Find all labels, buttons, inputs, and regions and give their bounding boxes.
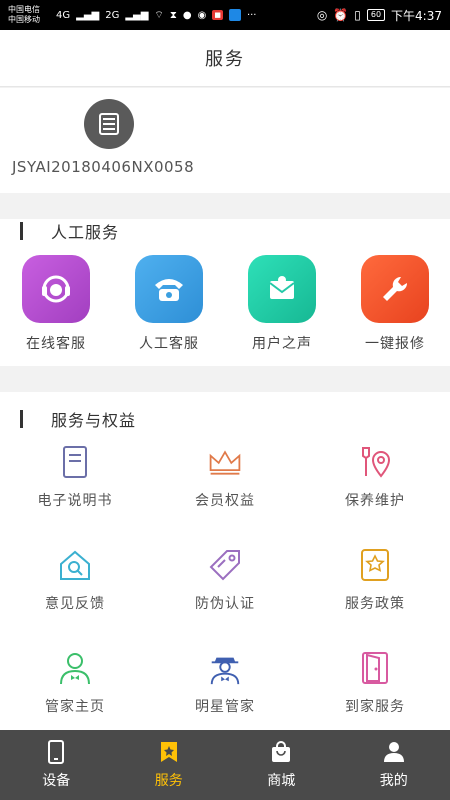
alarm-icon: ⏰ — [333, 8, 349, 22]
battery-level: 60 — [366, 9, 386, 21]
online-service-button[interactable]: 在线客服 — [11, 255, 101, 353]
nav-service[interactable]: 服务 — [113, 730, 226, 800]
benefits-section: 服务与权益 电子说明书 会员权益 保养维护 意见反馈 防伪认证 服务政策 管家主… — [0, 392, 450, 730]
shopping-bag-icon — [269, 740, 293, 764]
device-icon[interactable] — [84, 99, 134, 149]
tag-icon — [207, 547, 243, 583]
home-service-button[interactable]: 到家服务 — [300, 650, 450, 716]
app-icon: ● — [182, 9, 192, 21]
headset-icon — [22, 255, 90, 323]
star-butler-button[interactable]: 明星管家 — [150, 650, 300, 716]
crown-icon — [207, 444, 243, 480]
anti-fake-button[interactable]: 防伪认证 — [150, 547, 300, 613]
wifi-icon: ⌔ — [154, 9, 164, 21]
section-title: 服务与权益 — [20, 406, 136, 432]
wrench-icon — [361, 255, 429, 323]
status-bar: 中国电信 中国移动 4G ▂▄▆ 2G ▂▄▆ ⌔ ⧗ ● ◉ ■ ··· ◎ … — [0, 0, 450, 30]
door-icon — [357, 650, 393, 686]
anti-fake-label: 防伪认证 — [195, 596, 255, 612]
signal-icon: ▂▄▆ — [76, 9, 100, 21]
app-blue-icon — [228, 9, 241, 21]
butler-icon — [57, 650, 93, 686]
manual-book-button[interactable]: 电子说明书 — [0, 444, 150, 510]
phone-icon — [135, 255, 203, 323]
policy-icon — [357, 547, 393, 583]
page-header: 服务 — [0, 30, 450, 87]
mail-icon — [248, 255, 316, 323]
manual-service-section: 人工服务 在线客服 人工客服 用户之声 一键报修 — [0, 219, 450, 366]
home-service-label: 到家服务 — [345, 699, 405, 715]
member-benefits-button[interactable]: 会员权益 — [150, 444, 300, 510]
feedback-button[interactable]: 意见反馈 — [0, 547, 150, 613]
more-indicator: ··· — [246, 9, 257, 21]
nav-service-label: 服务 — [154, 773, 183, 789]
nav-mall[interactable]: 商城 — [225, 730, 338, 800]
status-icons: 4G ▂▄▆ 2G ▂▄▆ ⌔ ⧗ ● ◉ ■ ··· — [56, 9, 256, 22]
signal-icon-2: ▂▄▆ — [125, 9, 149, 21]
nav-device[interactable]: 设备 — [0, 730, 113, 800]
book-icon — [57, 444, 93, 480]
device-card[interactable]: JSYAI20180406NX0058 — [0, 88, 450, 193]
section-title: 人工服务 — [20, 218, 119, 244]
page-title: 服务 — [205, 49, 245, 70]
network-2-label: 2G — [105, 9, 120, 21]
star-butler-label: 明星管家 — [195, 699, 255, 715]
wechat-icon: ◉ — [197, 9, 207, 21]
star-butler-icon — [207, 650, 243, 686]
status-right: ◎ ⏰ ▯ 60 下午4:37 — [317, 7, 442, 24]
service-policy-label: 服务政策 — [345, 596, 405, 612]
manual-service-label: 人工客服 — [139, 336, 199, 352]
carriers: 中国电信 中国移动 — [8, 5, 52, 25]
manual-book-label: 电子说明书 — [37, 493, 113, 509]
feedback-label: 意见反馈 — [45, 596, 105, 612]
phone-device-icon — [44, 740, 68, 764]
hourglass-icon: ⧗ — [169, 9, 177, 21]
app-badge-icon: ■ — [212, 10, 223, 20]
nav-mall-label: 商城 — [267, 773, 296, 789]
user-voice-button[interactable]: 用户之声 — [237, 255, 327, 353]
butler-home-button[interactable]: 管家主页 — [0, 650, 150, 716]
bottom-nav: 设备 服务 商城 我的 — [0, 730, 450, 800]
maintenance-icon — [357, 444, 393, 480]
nav-mine[interactable]: 我的 — [338, 730, 450, 800]
service-policy-button[interactable]: 服务政策 — [300, 547, 450, 613]
carrier-2: 中国移动 — [8, 15, 40, 24]
vibrate-icon: ▯ — [354, 8, 361, 22]
user-voice-label: 用户之声 — [252, 336, 312, 352]
nav-mine-label: 我的 — [379, 773, 408, 789]
carrier-1: 中国电信 — [8, 5, 40, 14]
clock: 下午4:37 — [391, 8, 442, 23]
maintenance-label: 保养维护 — [345, 493, 405, 509]
manual-service-button[interactable]: 人工客服 — [124, 255, 214, 353]
network-1-label: 4G — [56, 9, 71, 21]
device-id: JSYAI20180406NX0058 — [12, 158, 195, 176]
feedback-icon — [57, 547, 93, 583]
repair-label: 一键报修 — [365, 336, 425, 352]
bookmark-icon — [157, 740, 181, 764]
butler-home-label: 管家主页 — [45, 699, 105, 715]
user-icon — [382, 740, 406, 764]
maintenance-button[interactable]: 保养维护 — [300, 444, 450, 510]
member-benefits-label: 会员权益 — [195, 493, 255, 509]
repair-button[interactable]: 一键报修 — [350, 255, 440, 353]
eye-icon: ◎ — [316, 8, 328, 22]
nav-device-label: 设备 — [42, 773, 71, 789]
online-service-label: 在线客服 — [26, 336, 86, 352]
